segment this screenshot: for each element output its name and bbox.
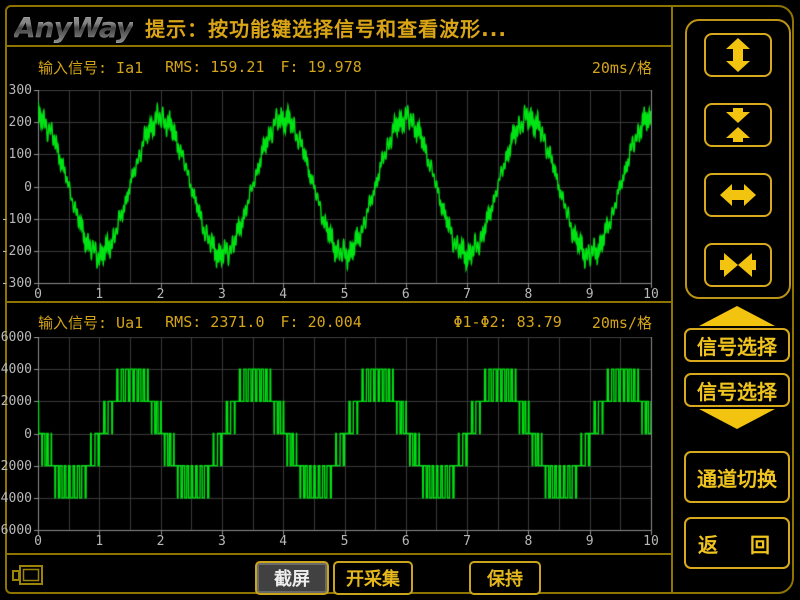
header-bar: AnyWay 提示：按功能键选择信号和查看波形... — [14, 8, 664, 46]
x-tick-label: 3 — [209, 534, 235, 549]
channel1-timebase: 20ms/格 — [592, 57, 652, 78]
back-button-label: 返 回 — [698, 529, 776, 558]
vertical-compress-button[interactable] — [704, 103, 772, 147]
y-tick-label: 100 — [9, 147, 32, 162]
y-tick-label: -100 — [1, 212, 32, 227]
channel2-timebase: 20ms/格 — [592, 312, 652, 333]
x-tick-label: 0 — [25, 287, 51, 302]
hold-button[interactable]: 保持 — [469, 561, 541, 595]
signal-select-down-label: 信号选择 — [697, 376, 777, 405]
y-tick-label: 6000 — [1, 330, 32, 345]
channel1-readout-row: 输入信号: Ia1 RMS: 159.21 F: 19.978 20ms/格 — [38, 56, 652, 78]
x-tick-label: 2 — [148, 534, 174, 549]
signal-select-up-button[interactable]: 信号选择 — [684, 306, 790, 362]
y-tick-label: 300 — [9, 83, 32, 98]
x-tick-label: 10 — [638, 287, 664, 302]
y-tick-label: 0 — [24, 180, 32, 195]
channel1-frequency-value: F: 19.978 — [281, 58, 362, 76]
channel2-phase-value: Φ1-Φ2: 83.79 — [453, 313, 561, 331]
ia1-waveform-canvas — [32, 90, 654, 291]
header-prompt-text: 提示：按功能键选择信号和查看波形... — [145, 13, 507, 42]
signal-select-down-button[interactable]: 信号选择 — [684, 373, 790, 429]
channel2-x-axis-labels: 012345678910 — [32, 534, 654, 548]
hold-button-label: 保持 — [487, 565, 523, 591]
channel2-readout-row: 输入信号: Ua1 RMS: 2371.0 F: 20.004 Φ1-Φ2: 8… — [38, 311, 652, 333]
screenshot-button[interactable]: 截屏 — [255, 561, 329, 595]
start-acquisition-button[interactable]: 开采集 — [333, 561, 413, 595]
y-tick-label: -2000 — [0, 459, 32, 474]
zoom-button-panel — [685, 19, 791, 299]
vertical-expand-button[interactable] — [704, 33, 772, 77]
x-tick-label: 8 — [515, 287, 541, 302]
channel1-x-axis-labels: 012345678910 — [32, 287, 654, 301]
y-tick-label: 200 — [9, 115, 32, 130]
x-tick-label: 6 — [393, 287, 419, 302]
x-tick-label: 0 — [25, 534, 51, 549]
start-acquisition-button-label: 开采集 — [346, 565, 400, 591]
x-tick-label: 4 — [270, 287, 296, 302]
x-tick-label: 5 — [332, 534, 358, 549]
channel2-signal-label: 输入信号: Ua1 — [38, 312, 143, 333]
x-tick-label: 3 — [209, 287, 235, 302]
x-tick-label: 10 — [638, 534, 664, 549]
channel1-y-axis-labels: 3002001000-100-200-300 — [0, 90, 34, 291]
horizontal-expand-button[interactable] — [704, 173, 772, 217]
x-tick-label: 7 — [454, 534, 480, 549]
y-tick-label: 2000 — [1, 394, 32, 409]
horizontal-expand-icon — [719, 177, 757, 213]
x-tick-label: 8 — [515, 534, 541, 549]
power-analyzer-screen: AnyWay 提示：按功能键选择信号和查看波形... 输入信号: Ia1 RMS… — [0, 0, 800, 600]
x-tick-label: 2 — [148, 287, 174, 302]
triangle-down-icon — [699, 409, 775, 429]
x-tick-label: 5 — [332, 287, 358, 302]
horizontal-compress-button[interactable] — [704, 243, 772, 287]
channel1-rms-value: RMS: 159.21 — [165, 58, 264, 76]
y-tick-label: 4000 — [1, 362, 32, 377]
x-tick-label: 4 — [270, 534, 296, 549]
ua1-waveform-canvas — [32, 337, 654, 538]
x-tick-label: 1 — [86, 287, 112, 302]
channel2-rms-value: RMS: 2371.0 — [165, 313, 264, 331]
y-tick-label: -4000 — [0, 491, 32, 506]
back-button[interactable]: 返 回 — [684, 517, 790, 569]
x-tick-label: 6 — [393, 534, 419, 549]
y-tick-label: -200 — [1, 244, 32, 259]
vertical-expand-icon — [720, 37, 756, 73]
x-tick-label: 7 — [454, 287, 480, 302]
triangle-up-icon — [699, 306, 775, 326]
x-tick-label: 9 — [577, 534, 603, 549]
anyway-logo: AnyWay — [14, 11, 133, 44]
footer-separator-line — [5, 553, 672, 555]
x-tick-label: 9 — [577, 287, 603, 302]
battery-icon — [11, 562, 45, 588]
vertical-compress-icon — [720, 107, 756, 143]
sidebar-divider-line — [671, 5, 673, 592]
horizontal-compress-icon — [719, 247, 757, 283]
channel-switch-label: 通道切换 — [697, 463, 777, 492]
signal-select-up-label: 信号选择 — [697, 331, 777, 360]
y-tick-label: 0 — [24, 427, 32, 442]
channel2-y-axis-labels: 6000400020000-2000-4000-6000 — [0, 337, 34, 538]
channel2-frequency-value: F: 20.004 — [281, 313, 362, 331]
x-tick-label: 1 — [86, 534, 112, 549]
screenshot-button-label: 截屏 — [274, 565, 310, 591]
channel-switch-button[interactable]: 通道切换 — [684, 451, 790, 503]
channel1-signal-label: 输入信号: Ia1 — [38, 57, 143, 78]
